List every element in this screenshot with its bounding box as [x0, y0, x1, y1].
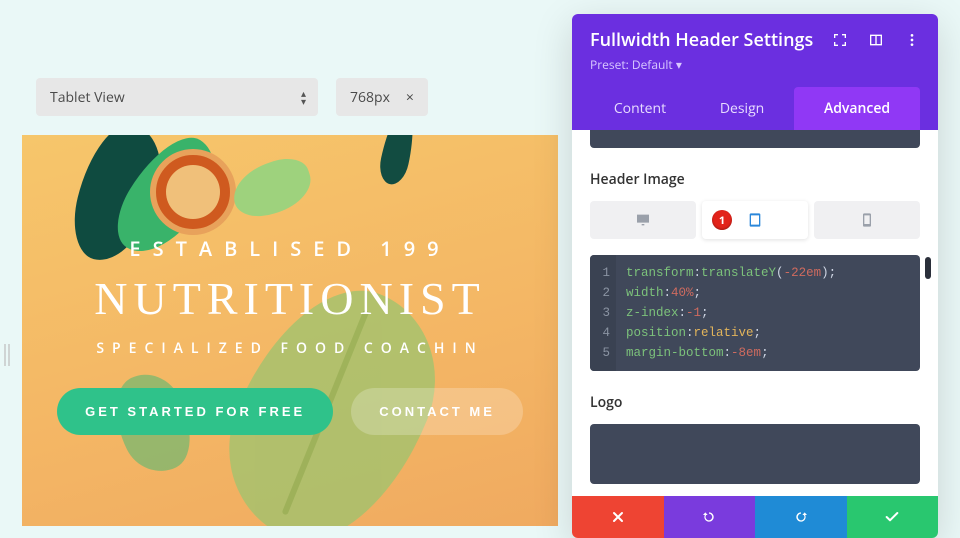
cancel-button[interactable]: [572, 496, 664, 538]
notification-badge: 1: [712, 210, 732, 230]
css-code-editor[interactable]: 12345 transform:translateY(-22em); width…: [590, 255, 920, 371]
section-label-header-image: Header Image: [590, 170, 920, 189]
columns-icon[interactable]: [868, 32, 884, 48]
tab-content[interactable]: Content: [590, 87, 690, 130]
panel-title: Fullwidth Header Settings: [590, 28, 813, 52]
code-content[interactable]: transform:translateY(-22em); width:40%; …: [616, 255, 846, 371]
collapsed-code-block[interactable]: [590, 130, 920, 148]
code-gutter: 12345: [590, 255, 616, 371]
hero-subtitle: SPECIALIZED FOOD COACHIN: [22, 339, 558, 358]
redo-button[interactable]: [755, 496, 847, 538]
kebab-menu-icon[interactable]: [904, 32, 920, 48]
desktop-icon: [635, 212, 651, 228]
chevron-updown-icon: ▴▾: [301, 89, 304, 105]
chevron-down-icon: ▾: [676, 56, 682, 73]
tab-advanced[interactable]: Advanced: [794, 87, 920, 130]
phone-icon: [859, 212, 875, 228]
tablet-icon: [747, 212, 763, 228]
device-tab-desktop[interactable]: [590, 201, 696, 239]
close-icon: [610, 509, 626, 525]
focus-icon[interactable]: [832, 32, 848, 48]
device-tab-tablet[interactable]: 1: [702, 201, 808, 239]
hero-overline: ESTABLISED 199: [22, 235, 558, 262]
viewport-width-field[interactable]: 768px ×: [336, 78, 428, 116]
tab-design[interactable]: Design: [690, 87, 794, 130]
undo-button[interactable]: [664, 496, 756, 538]
save-button[interactable]: [847, 496, 939, 538]
redo-icon: [793, 509, 809, 525]
close-icon[interactable]: ×: [406, 88, 414, 107]
hero-title: NUTRITIONIST: [22, 272, 558, 325]
viewport-width-value: 768px: [350, 88, 390, 107]
resize-handle[interactable]: [4, 344, 10, 366]
device-tab-phone[interactable]: [814, 201, 920, 239]
preview-canvas: ESTABLISED 199 NUTRITIONIST SPECIALIZED …: [22, 135, 558, 526]
view-select[interactable]: Tablet View ▴▾: [36, 78, 318, 116]
logo-code-editor[interactable]: [590, 424, 920, 484]
cta-primary-button[interactable]: GET STARTED FOR FREE: [57, 388, 333, 435]
view-select-label: Tablet View: [50, 88, 125, 107]
section-label-logo: Logo: [590, 393, 920, 412]
settings-panel: Fullwidth Header Settings Preset: Defaul…: [572, 14, 938, 538]
scrollbar-thumb[interactable]: [925, 257, 931, 279]
cta-secondary-button[interactable]: CONTACT ME: [351, 388, 523, 435]
undo-icon: [701, 509, 717, 525]
preset-dropdown[interactable]: Preset: Default ▾: [590, 56, 920, 73]
check-icon: [884, 509, 900, 525]
